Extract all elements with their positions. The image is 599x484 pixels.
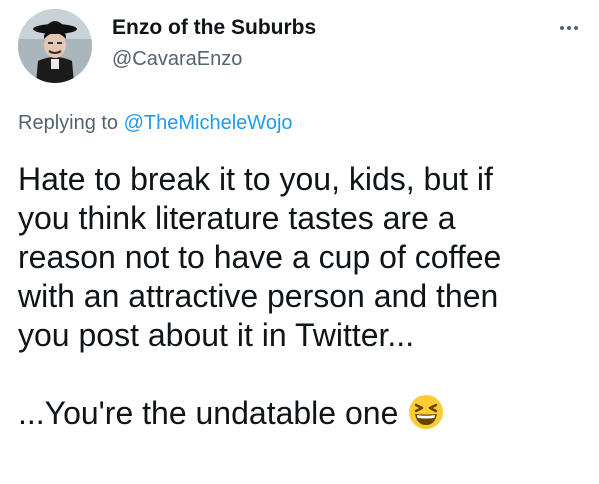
reply-mention-link[interactable]: @TheMicheleWojo [124, 112, 293, 134]
more-dots-icon [574, 26, 578, 30]
more-dots-icon [560, 26, 564, 30]
avatar-photo-icon [18, 9, 92, 83]
tweet-card: Enzo of the Suburbs @CavaraEnzo Replying… [0, 0, 599, 484]
tweet-text-last-line: ...You're the undatable one [18, 394, 588, 433]
tweet-text: Hate to break it to you, kids, but if yo… [18, 160, 588, 433]
tweet-text-line: reason not to have a cup of coffee [18, 239, 502, 275]
tweet-text-line: you think literature tastes are a [18, 200, 456, 236]
grinning-squinting-face-icon [409, 395, 444, 429]
replying-to: Replying to @TheMicheleWojo [18, 112, 293, 135]
tweet-text-last-line-text: ...You're the undatable one [18, 395, 399, 431]
author-avatar[interactable] [18, 9, 92, 83]
more-options-button[interactable] [553, 18, 585, 38]
tweet-text-line: Hate to break it to you, kids, but if [18, 161, 493, 197]
tweet-text-line: you post about it in Twitter... [18, 317, 415, 353]
author-display-name[interactable]: Enzo of the Suburbs [112, 16, 316, 40]
tweet-text-spacer [18, 355, 588, 394]
author-handle[interactable]: @CavaraEnzo [112, 48, 242, 71]
more-dots-icon [567, 26, 571, 30]
replying-to-label: Replying to [18, 112, 119, 134]
tweet-text-line: with an attractive person and then [18, 278, 499, 314]
